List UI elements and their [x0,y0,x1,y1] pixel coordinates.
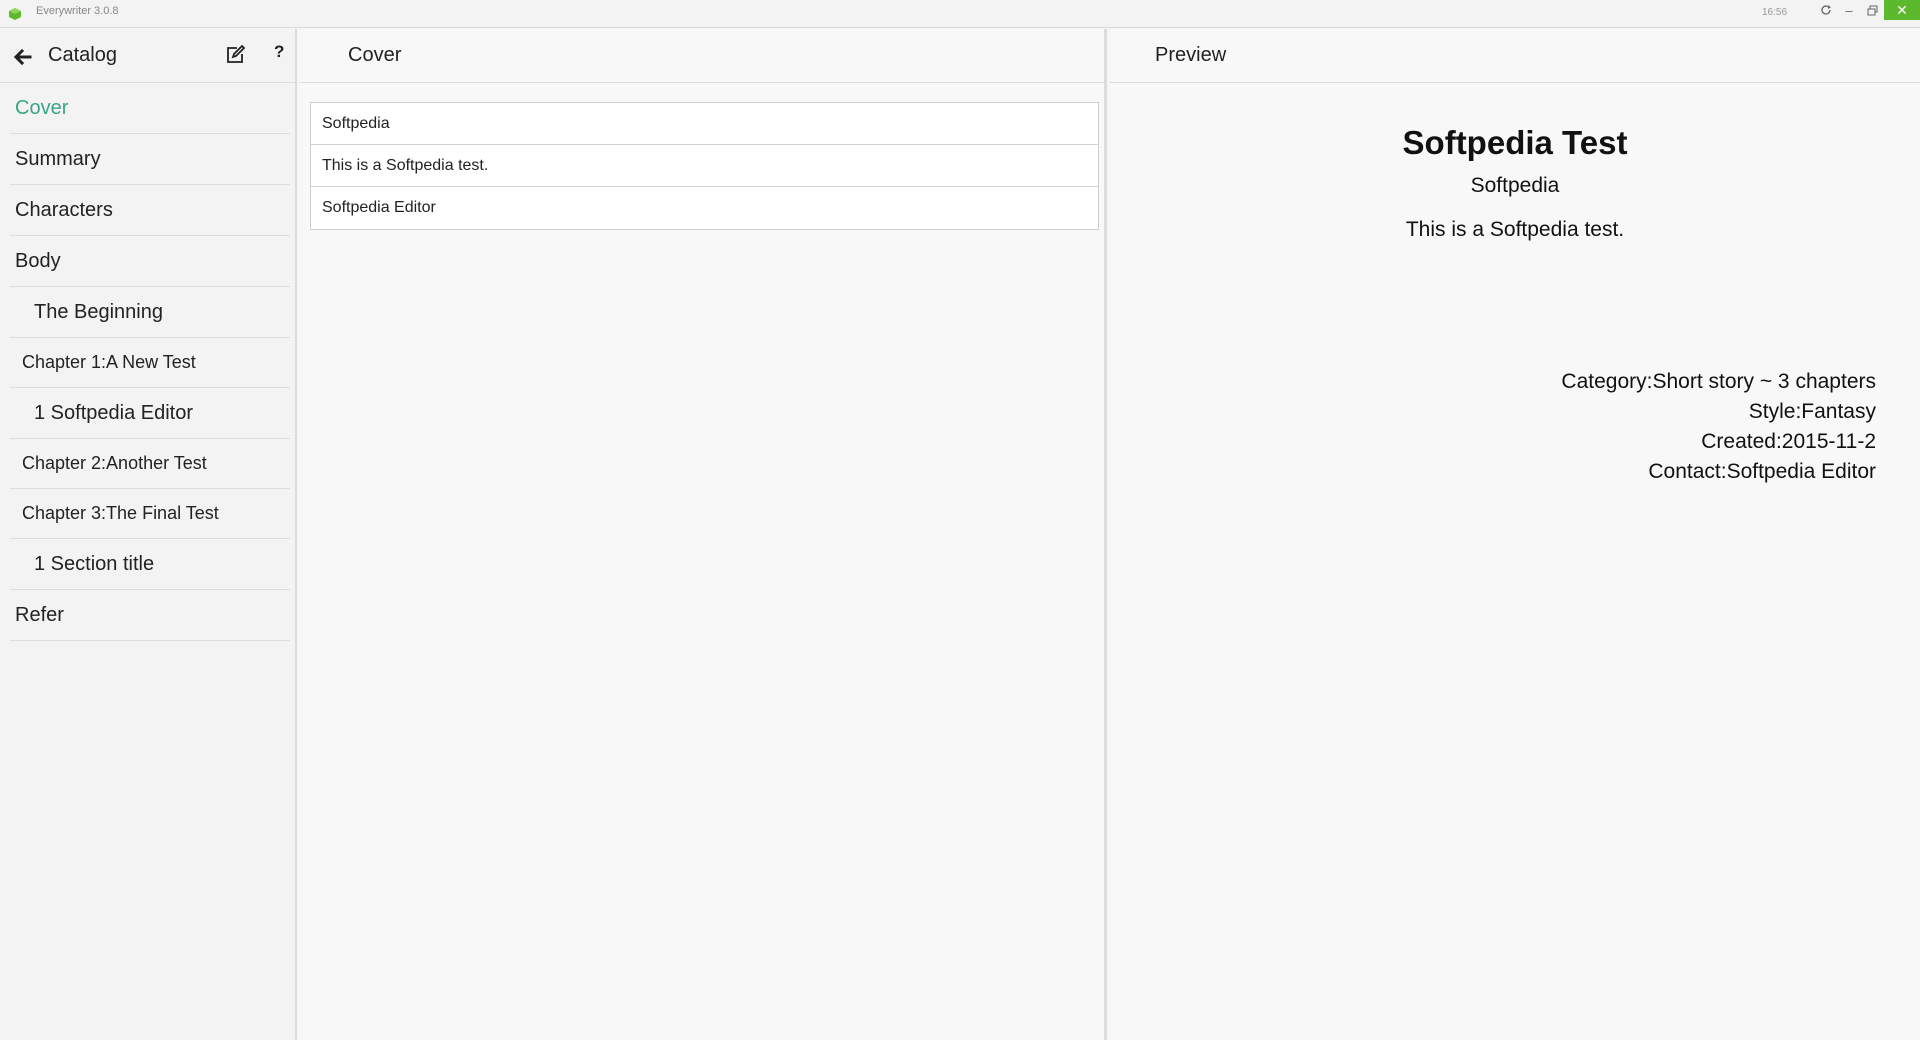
catalog-item-characters[interactable]: Characters [10,185,290,236]
minimize-icon: – [1845,2,1853,18]
preview-subtitle: Softpedia [1470,174,1560,197]
help-button[interactable]: ? [274,42,284,62]
preview-category: Category:Short story ~ 3 chapters [1561,370,1876,393]
preview-description: This is a Softpedia test. [1405,218,1625,241]
refresh-icon [1821,5,1831,15]
refresh-button[interactable] [1815,0,1837,20]
preview-contact: Contact:Softpedia Editor [1648,460,1876,483]
description-field-row [311,145,1098,187]
catalog-panel: Catalog ? Cover Summary Characters Body … [0,29,297,1040]
catalog-item-the-beginning[interactable]: The Beginning [10,287,290,338]
catalog-item-refer[interactable]: Refer [10,590,290,641]
editor-title: Cover [348,44,402,66]
edit-icon[interactable] [224,44,246,66]
catalog-item-summary[interactable]: Summary [10,134,290,185]
catalog-item-cover[interactable]: Cover [10,83,290,134]
close-button[interactable]: ✕ [1884,0,1920,20]
preview-title: Preview [1155,44,1227,66]
catalog-item-chapter-3[interactable]: Chapter 3:The Final Test [10,489,290,539]
preview-metadata: Category:Short story ~ 3 chapters Style:… [1561,367,1876,487]
catalog-item-body[interactable]: Body [10,236,290,287]
editor-header: Cover [299,29,1104,83]
catalog-title: Catalog [48,44,117,66]
description-input[interactable] [311,145,1098,186]
catalog-item-chapter-1[interactable]: Chapter 1:A New Test [10,338,290,388]
back-arrow-icon[interactable] [12,46,34,68]
app-logo-icon [9,8,21,20]
preview-header: Preview [1110,29,1920,83]
preview-style: Style:Fantasy [1748,400,1876,423]
title-bar: Everywriter 3.0.8 16:56 – ✕ [0,0,1920,28]
close-icon: ✕ [1896,1,1908,18]
book-title-input[interactable] [311,103,1098,144]
catalog-item-section-title[interactable]: 1 Section title [10,539,290,590]
author-field-row [311,187,1098,229]
preview-book-title: Softpedia Test [1402,124,1628,161]
editor-panel: Cover [299,29,1107,1040]
clock: 16:56 [1762,7,1788,18]
preview-panel: Preview Softpedia Test Softpedia This is… [1110,29,1920,1040]
title-field-row [311,103,1098,145]
author-input[interactable] [311,187,1098,229]
preview-created: Created:2015-11-2 [1701,430,1876,453]
app-title: Everywriter 3.0.8 [36,5,119,17]
restore-button[interactable] [1860,0,1884,20]
cover-form [310,102,1099,230]
catalog-item-chapter-2[interactable]: Chapter 2:Another Test [10,439,290,489]
catalog-header: Catalog ? [0,29,295,83]
catalog-item-section-softpedia-editor[interactable]: 1 Softpedia Editor [10,388,290,439]
catalog-list: Cover Summary Characters Body The Beginn… [10,83,290,641]
minimize-button[interactable]: – [1838,0,1860,20]
restore-icon [1867,5,1877,15]
